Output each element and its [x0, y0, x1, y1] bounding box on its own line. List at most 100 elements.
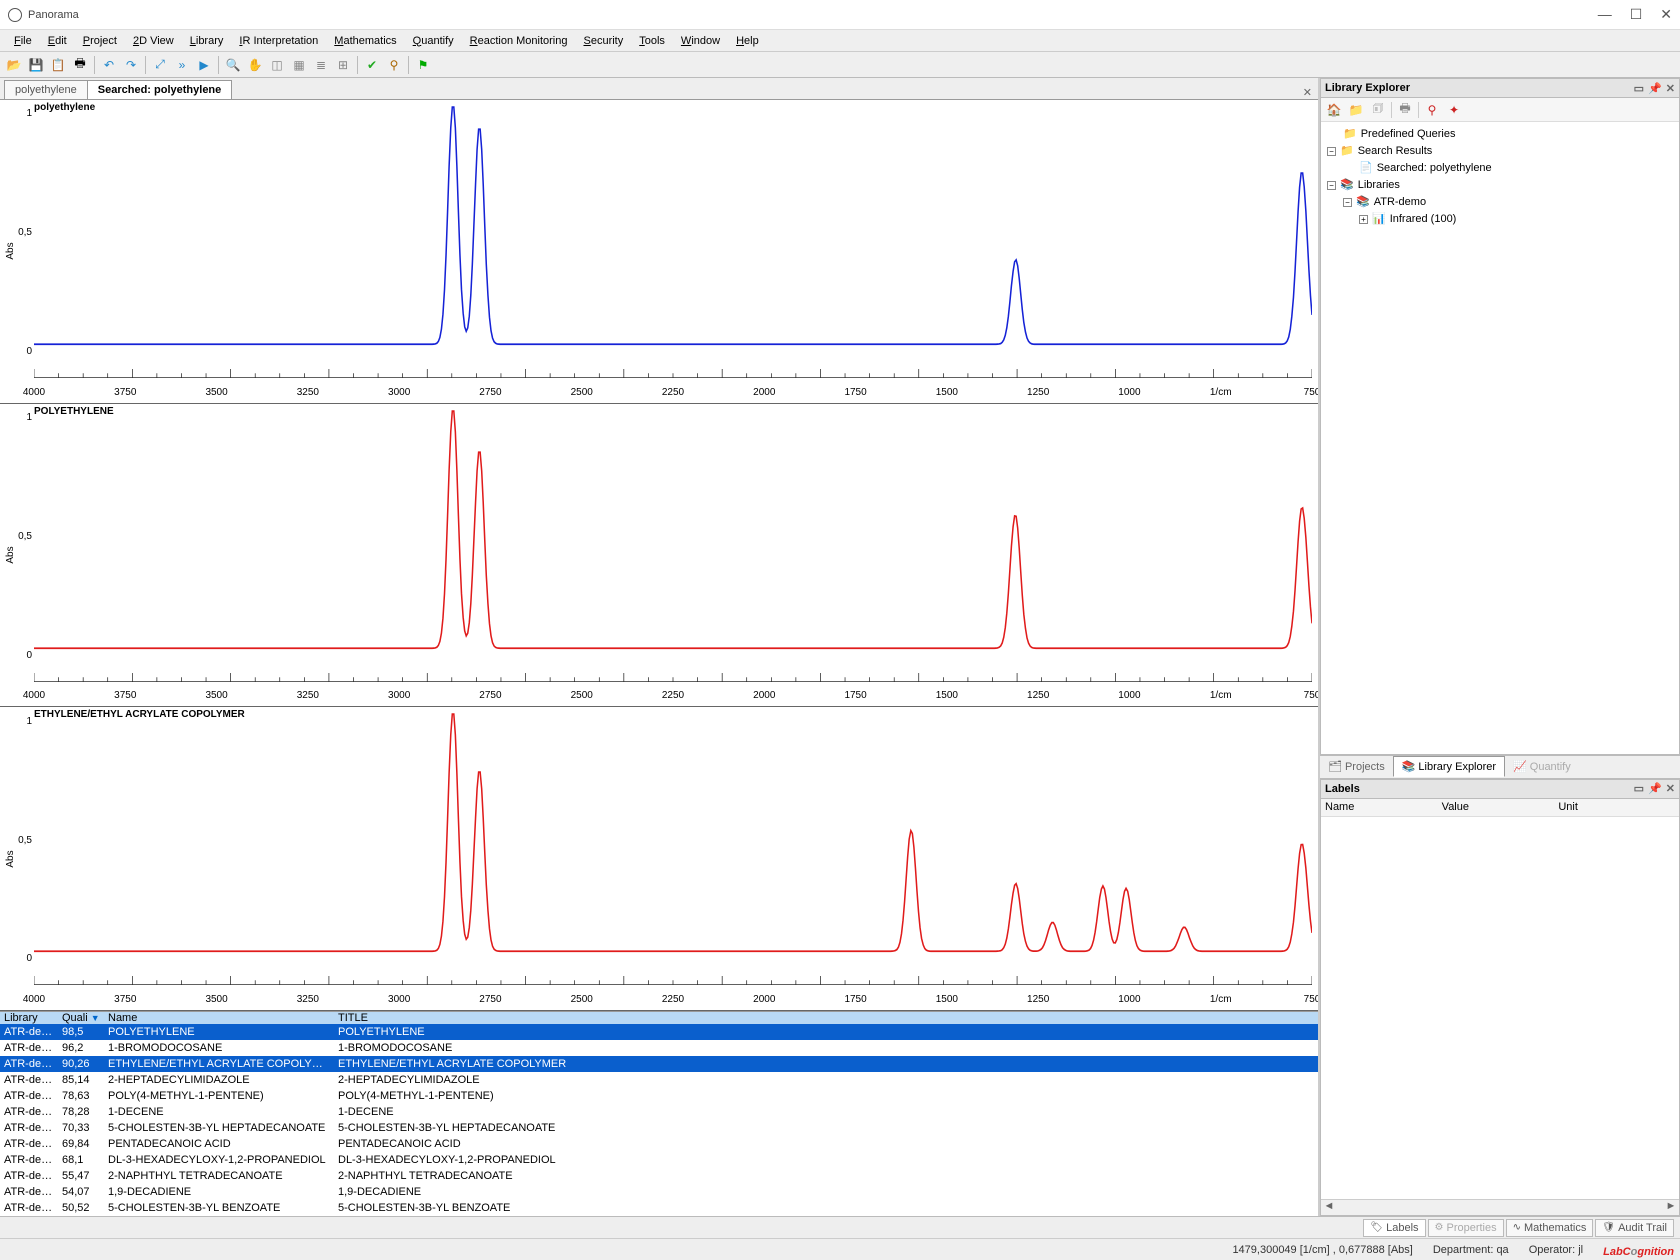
approve-icon[interactable]: ✔ — [362, 55, 382, 75]
spectra-area[interactable]: Abspolyethylene10,5040003750350032503000… — [0, 100, 1318, 1011]
spectrum-0[interactable]: Abspolyethylene10,5040003750350032503000… — [0, 100, 1318, 404]
labels-col-name[interactable]: Name — [1325, 801, 1442, 813]
bottom-tab-audit[interactable]: 🛡 Audit Trail — [1595, 1219, 1674, 1237]
menu-mathematics[interactable]: Mathematics — [326, 33, 404, 49]
minimize-button[interactable]: — — [1598, 6, 1612, 23]
copy-icon[interactable]: 📋 — [48, 55, 68, 75]
lib-tool1-icon[interactable]: ⚲ — [1423, 101, 1441, 119]
table-row[interactable]: ATR-demo70,335-CHOLESTEN-3B-YL HEPTADECA… — [0, 1120, 1318, 1136]
col-quali[interactable]: Quali ▼ — [58, 1012, 104, 1024]
panel-float-icon[interactable]: ▭ — [1634, 82, 1644, 95]
undo-icon[interactable]: ↶ — [99, 55, 119, 75]
labels-col-value[interactable]: Value — [1442, 801, 1559, 813]
table-row[interactable]: ATR-demo78,63POLY(4-METHYL-1-PENTENE)POL… — [0, 1088, 1318, 1104]
library-explorer-header: Library Explorer ▭ 📌 ✕ — [1320, 78, 1680, 98]
results-table: Library Quali ▼ Name TITLE ATR-demo98,5P… — [0, 1011, 1318, 1216]
close-button[interactable]: ✕ — [1660, 6, 1672, 23]
print-icon[interactable]: 🖶 — [70, 55, 90, 75]
table-row[interactable]: ATR-demo78,281-DECENE1-DECENE — [0, 1104, 1318, 1120]
tab-polyethylene[interactable]: polyethylene — [4, 80, 88, 99]
tool-b-icon[interactable]: ▦ — [289, 55, 309, 75]
bottom-tab-mathematics[interactable]: ∿ Mathematics — [1506, 1219, 1594, 1237]
tree-libraries[interactable]: −📚Libraries — [1327, 177, 1673, 194]
labels-columns: Name Value Unit — [1321, 799, 1679, 817]
side-tab-projects[interactable]: 🗂 Projects — [1320, 757, 1393, 776]
y-axis-label: Abs — [5, 850, 16, 867]
tab-close-icon[interactable]: ✕ — [1303, 86, 1312, 99]
lib-tool2-icon[interactable]: ✦ — [1445, 101, 1463, 119]
menu-window[interactable]: Window — [673, 33, 728, 49]
spectrum-2[interactable]: AbsETHYLENE/ETHYL ACRYLATE COPOLYMER10,5… — [0, 707, 1318, 1011]
labels-close-icon[interactable]: ✕ — [1666, 782, 1675, 795]
status-operator: Operator: jl — [1529, 1244, 1583, 1256]
labels-float-icon[interactable]: ▭ — [1634, 782, 1644, 795]
open-icon[interactable]: 📂 — [4, 55, 24, 75]
expand-icon[interactable]: ⤢ — [150, 55, 170, 75]
bottom-tab-labels[interactable]: 🏷 Labels — [1363, 1219, 1425, 1237]
table-row[interactable]: ATR-demo85,142-HEPTADECYLIMIDAZOLE2-HEPT… — [0, 1072, 1318, 1088]
menu-security[interactable]: Security — [575, 33, 631, 49]
menu-reaction-monitoring[interactable]: Reaction Monitoring — [462, 33, 576, 49]
tree-atr-demo[interactable]: −📚ATR-demo — [1327, 194, 1673, 211]
table-row[interactable]: ATR-demo55,472-NAPHTHYL TETRADECANOATE2-… — [0, 1168, 1318, 1184]
play-icon[interactable]: ▶ — [194, 55, 214, 75]
y-axis-label: Abs — [5, 546, 16, 563]
tree-infrared[interactable]: +📊Infrared (100) — [1327, 211, 1673, 228]
table-row[interactable]: ATR-demo69,84PENTADECANOIC ACIDPENTADECA… — [0, 1136, 1318, 1152]
menu-2d-view[interactable]: 2D View — [125, 33, 182, 49]
table-row[interactable]: ATR-demo98,5POLYETHYLENEPOLYETHYLENE — [0, 1024, 1318, 1040]
tool-a-icon[interactable]: ◫ — [267, 55, 287, 75]
redo-icon[interactable]: ↷ — [121, 55, 141, 75]
hand-icon[interactable]: ✋ — [245, 55, 265, 75]
search-icon[interactable]: ⚲ — [384, 55, 404, 75]
side-tabs: 🗂 Projects 📚 Library Explorer 📈 Quantify — [1320, 755, 1680, 779]
col-title[interactable]: TITLE — [334, 1012, 1318, 1024]
menu-bar: FileEditProject2D ViewLibraryIR Interpre… — [0, 30, 1680, 52]
tab-searched[interactable]: Searched: polyethylene — [87, 80, 233, 99]
col-library[interactable]: Library — [0, 1012, 58, 1024]
menu-project[interactable]: Project — [75, 33, 125, 49]
window-title: Panorama — [28, 9, 79, 21]
panel-close-icon[interactable]: ✕ — [1666, 82, 1675, 95]
menu-help[interactable]: Help — [728, 33, 767, 49]
library-toolbar: 🏠 📁 🗊 🖶 ⚲ ✦ — [1321, 98, 1679, 122]
app-icon — [8, 8, 22, 22]
menu-edit[interactable]: Edit — [40, 33, 75, 49]
col-name[interactable]: Name — [104, 1012, 334, 1024]
table-row[interactable]: ATR-demo68,1DL-3-HEXADECYLOXY-1,2-PROPAN… — [0, 1152, 1318, 1168]
menu-tools[interactable]: Tools — [631, 33, 673, 49]
tree-search-results[interactable]: −📁Search Results — [1327, 143, 1673, 160]
side-tab-quantify[interactable]: 📈 Quantify — [1505, 757, 1579, 776]
bottom-tab-properties[interactable]: ⚙ Properties — [1428, 1219, 1504, 1237]
side-tab-library-explorer[interactable]: 📚 Library Explorer — [1393, 756, 1505, 777]
forward-icon[interactable]: » — [172, 55, 192, 75]
maximize-button[interactable]: ☐ — [1630, 6, 1643, 23]
tree-searched-item[interactable]: 📄Searched: polyethylene — [1327, 160, 1673, 177]
panel-pin-icon[interactable]: 📌 — [1648, 82, 1662, 95]
tool-c-icon[interactable]: ≣ — [311, 55, 331, 75]
lib-new-icon[interactable]: 📁 — [1347, 101, 1365, 119]
menu-file[interactable]: File — [6, 33, 40, 49]
table-row[interactable]: ATR-demo90,26ETHYLENE/ETHYL ACRYLATE COP… — [0, 1056, 1318, 1072]
labels-pin-icon[interactable]: 📌 — [1648, 782, 1662, 795]
save-icon[interactable]: 💾 — [26, 55, 46, 75]
zoom-icon[interactable]: 🔍 — [223, 55, 243, 75]
library-explorer-title: Library Explorer — [1325, 82, 1410, 94]
labels-col-unit[interactable]: Unit — [1558, 801, 1675, 813]
labels-hscroll[interactable]: ◄► — [1321, 1199, 1679, 1215]
lib-search-icon[interactable]: 🗊 — [1369, 101, 1387, 119]
flag-icon[interactable]: ⚑ — [413, 55, 433, 75]
tree-predefined-queries[interactable]: 📁Predefined Queries — [1327, 126, 1673, 143]
table-row[interactable]: ATR-demo50,525-CHOLESTEN-3B-YL BENZOATE5… — [0, 1200, 1318, 1216]
menu-ir-interpretation[interactable]: IR Interpretation — [231, 33, 326, 49]
menu-library[interactable]: Library — [182, 33, 232, 49]
lib-print-icon[interactable]: 🖶 — [1396, 101, 1414, 119]
document-tabs: polyethylene Searched: polyethylene ✕ — [0, 78, 1318, 100]
spectrum-1[interactable]: AbsPOLYETHYLENE10,5040003750350032503000… — [0, 404, 1318, 708]
table-row[interactable]: ATR-demo96,21-BROMODOCOSANE1-BROMODOCOSA… — [0, 1040, 1318, 1056]
labels-title: Labels — [1325, 783, 1360, 795]
lib-home-icon[interactable]: 🏠 — [1325, 101, 1343, 119]
tool-d-icon[interactable]: ⊞ — [333, 55, 353, 75]
table-row[interactable]: ATR-demo54,071,9-DECADIENE1,9-DECADIENE — [0, 1184, 1318, 1200]
menu-quantify[interactable]: Quantify — [405, 33, 462, 49]
